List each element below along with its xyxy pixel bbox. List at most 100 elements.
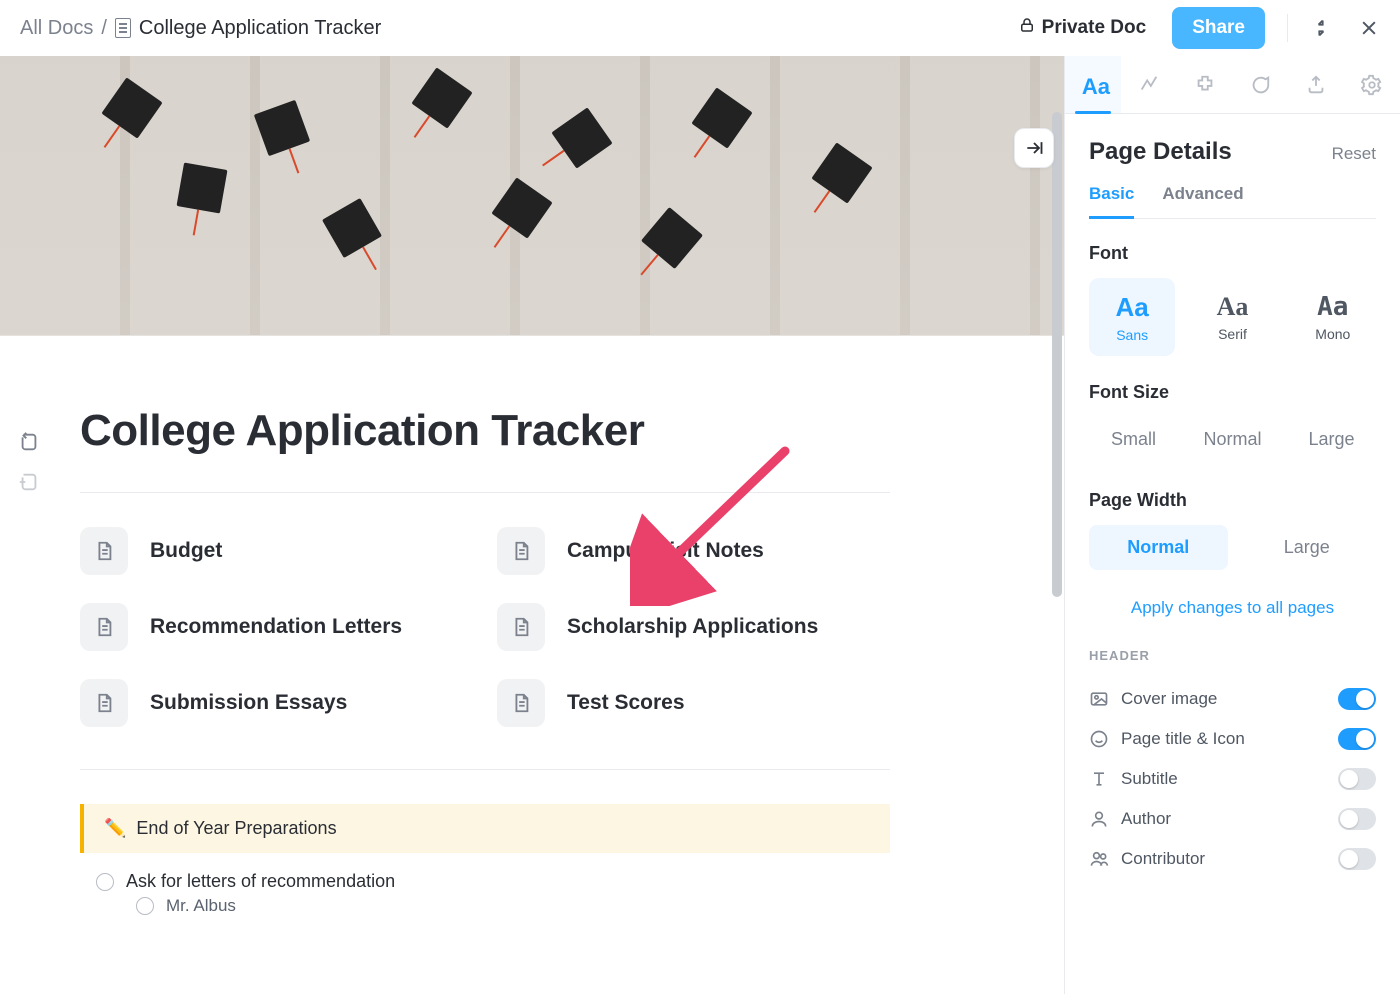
subpage-label: Test Scores bbox=[567, 691, 685, 715]
panel-title: Page Details bbox=[1089, 138, 1232, 166]
font-caption: Mono bbox=[1315, 326, 1350, 342]
breadcrumb-root[interactable]: All Docs bbox=[20, 17, 93, 40]
tab-settings[interactable] bbox=[1344, 56, 1400, 113]
detail-subtabs: Basic Advanced bbox=[1089, 184, 1376, 219]
apply-all-link[interactable]: Apply changes to all pages bbox=[1089, 598, 1376, 618]
collapse-icon[interactable] bbox=[1310, 17, 1332, 39]
header-row-label: Page title & Icon bbox=[1121, 729, 1245, 749]
emoji-icon bbox=[1089, 729, 1109, 749]
person-icon bbox=[1089, 809, 1109, 829]
topbar-divider bbox=[1287, 14, 1288, 42]
toggle-cover-image[interactable] bbox=[1338, 688, 1376, 710]
page-icon bbox=[80, 527, 128, 575]
page-icon bbox=[497, 527, 545, 575]
subpage-link[interactable]: Recommendation Letters bbox=[80, 603, 473, 651]
checkbox-icon[interactable] bbox=[96, 873, 114, 891]
subpage-grid: Budget Campus Visit Notes Recommendation… bbox=[80, 527, 890, 727]
tab-relations[interactable] bbox=[1121, 56, 1177, 113]
subpage-link[interactable]: Budget bbox=[80, 527, 473, 575]
subtab-basic[interactable]: Basic bbox=[1089, 184, 1134, 219]
font-sample: Aa bbox=[1116, 292, 1149, 323]
share-button[interactable]: Share bbox=[1172, 7, 1265, 49]
font-size-normal[interactable]: Normal bbox=[1188, 417, 1277, 462]
header-row-title: Page title & Icon bbox=[1089, 719, 1376, 759]
page-width-large[interactable]: Large bbox=[1238, 525, 1377, 570]
subpage-label: Recommendation Letters bbox=[150, 615, 402, 639]
header-row-contributor: Contributor bbox=[1089, 839, 1376, 879]
reset-button[interactable]: Reset bbox=[1332, 144, 1376, 164]
tab-plugins[interactable] bbox=[1177, 56, 1233, 113]
callout-text: End of Year Preparations bbox=[136, 818, 336, 839]
header-row-subtitle: Subtitle bbox=[1089, 759, 1376, 799]
privacy-indicator[interactable]: Private Doc bbox=[1018, 16, 1147, 40]
subpage-link[interactable]: Test Scores bbox=[497, 679, 890, 727]
toggle-contributor[interactable] bbox=[1338, 848, 1376, 870]
tab-export[interactable] bbox=[1288, 56, 1344, 113]
subpage-label: Budget bbox=[150, 539, 222, 563]
font-option-mono[interactable]: Aa Mono bbox=[1290, 278, 1376, 356]
toggle-author[interactable] bbox=[1338, 808, 1376, 830]
toggle-subtitle[interactable] bbox=[1338, 768, 1376, 790]
font-option-sans[interactable]: Aa Sans bbox=[1089, 278, 1175, 356]
font-size-small[interactable]: Small bbox=[1089, 417, 1178, 462]
close-icon[interactable] bbox=[1358, 17, 1380, 39]
subpage-label: Scholarship Applications bbox=[567, 615, 818, 639]
lock-icon bbox=[1018, 16, 1036, 40]
panel-tab-strip: Aa bbox=[1065, 56, 1400, 114]
font-size-options: Small Normal Large bbox=[1089, 417, 1376, 462]
todo-text: Mr. Albus bbox=[166, 896, 236, 916]
pencil-icon: ✏️ bbox=[104, 818, 126, 839]
scrollbar[interactable] bbox=[1052, 112, 1062, 994]
subpage-link[interactable]: Submission Essays bbox=[80, 679, 473, 727]
page-details-panel: Aa Page Details Reset Basic Advanced Fon… bbox=[1064, 56, 1400, 994]
privacy-label: Private Doc bbox=[1042, 17, 1147, 39]
page-icon bbox=[497, 679, 545, 727]
font-option-serif[interactable]: Aa Serif bbox=[1189, 278, 1275, 356]
people-icon bbox=[1089, 849, 1109, 869]
divider bbox=[80, 492, 890, 493]
text-icon bbox=[1089, 769, 1109, 789]
page-title[interactable]: College Application Tracker bbox=[80, 406, 890, 456]
font-caption: Sans bbox=[1116, 327, 1148, 343]
page-width-options: Normal Large bbox=[1089, 525, 1376, 570]
subpage-link[interactable]: Scholarship Applications bbox=[497, 603, 890, 651]
font-size-large[interactable]: Large bbox=[1287, 417, 1376, 462]
callout-block[interactable]: ✏️ End of Year Preparations bbox=[80, 804, 890, 853]
panel-collapse-button[interactable] bbox=[1014, 128, 1054, 168]
tab-typography[interactable]: Aa bbox=[1065, 56, 1121, 113]
page-icon bbox=[80, 603, 128, 651]
header-row-author: Author bbox=[1089, 799, 1376, 839]
image-icon bbox=[1089, 689, 1109, 709]
subpage-link[interactable]: Campus Visit Notes bbox=[497, 527, 890, 575]
page-icon bbox=[80, 679, 128, 727]
header-row-label: Cover image bbox=[1121, 689, 1217, 709]
font-sample: Aa bbox=[1317, 292, 1348, 322]
divider bbox=[80, 769, 890, 770]
checkbox-icon[interactable] bbox=[136, 897, 154, 915]
todo-item[interactable]: Mr. Albus bbox=[80, 892, 890, 916]
subpage-label: Campus Visit Notes bbox=[567, 539, 764, 563]
page-width-normal[interactable]: Normal bbox=[1089, 525, 1228, 570]
doc-icon bbox=[115, 18, 131, 38]
breadcrumb-sep: / bbox=[101, 17, 107, 40]
header-row-label: Author bbox=[1121, 809, 1171, 829]
page-icon bbox=[497, 603, 545, 651]
scrollbar-thumb[interactable] bbox=[1052, 112, 1062, 597]
tab-comments[interactable] bbox=[1232, 56, 1288, 113]
font-size-label: Font Size bbox=[1089, 382, 1376, 403]
toggle-page-title[interactable] bbox=[1338, 728, 1376, 750]
subtab-advanced[interactable]: Advanced bbox=[1162, 184, 1243, 218]
todo-item[interactable]: Ask for letters of recommendation bbox=[80, 867, 890, 892]
header-section-label: HEADER bbox=[1089, 648, 1376, 663]
breadcrumb: All Docs / College Application Tracker bbox=[20, 17, 381, 40]
page-width-label: Page Width bbox=[1089, 490, 1376, 511]
breadcrumb-current[interactable]: College Application Tracker bbox=[139, 17, 381, 40]
cover-image[interactable] bbox=[0, 56, 1064, 336]
font-sample: Aa bbox=[1217, 292, 1249, 322]
font-label: Font bbox=[1089, 243, 1376, 264]
header-row-label: Subtitle bbox=[1121, 769, 1178, 789]
font-options: Aa Sans Aa Serif Aa Mono bbox=[1089, 278, 1376, 356]
subpage-label: Submission Essays bbox=[150, 691, 347, 715]
topbar: All Docs / College Application Tracker P… bbox=[0, 0, 1400, 56]
header-row-cover: Cover image bbox=[1089, 679, 1376, 719]
